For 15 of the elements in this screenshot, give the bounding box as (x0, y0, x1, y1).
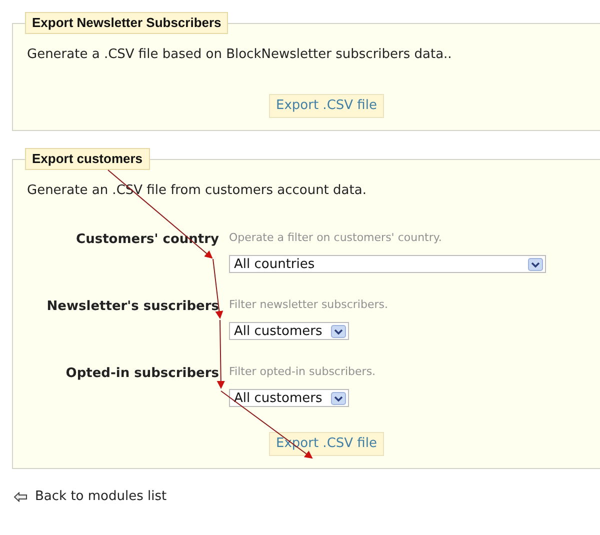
back-arrow-icon (14, 492, 27, 502)
filter-label: Newsletter's suscribers (46, 299, 219, 314)
description: Generate a .CSV file based on BlockNewsletter subscribers data.. (27, 47, 453, 63)
panel-legend: Export Newsletter Subscribers (25, 12, 228, 34)
back-link[interactable]: Back to modules list (35, 489, 167, 504)
dropdown[interactable]: All customers (229, 322, 349, 340)
filter-hint: Operate a filter on customers' country. (229, 231, 443, 244)
annotation-arrow (216, 320, 225, 389)
filter-hint: Filter newsletter subscribers. (229, 298, 389, 311)
panel-legend: Export customers (25, 148, 150, 170)
filter-label: Opted-in subscribers (66, 366, 219, 381)
filter-hint: Filter opted-in subscribers. (229, 365, 377, 378)
export-button[interactable]: Export .CSV file (269, 94, 384, 118)
dropdown[interactable]: All countries (229, 255, 546, 273)
dropdown[interactable]: All customers (229, 389, 349, 407)
